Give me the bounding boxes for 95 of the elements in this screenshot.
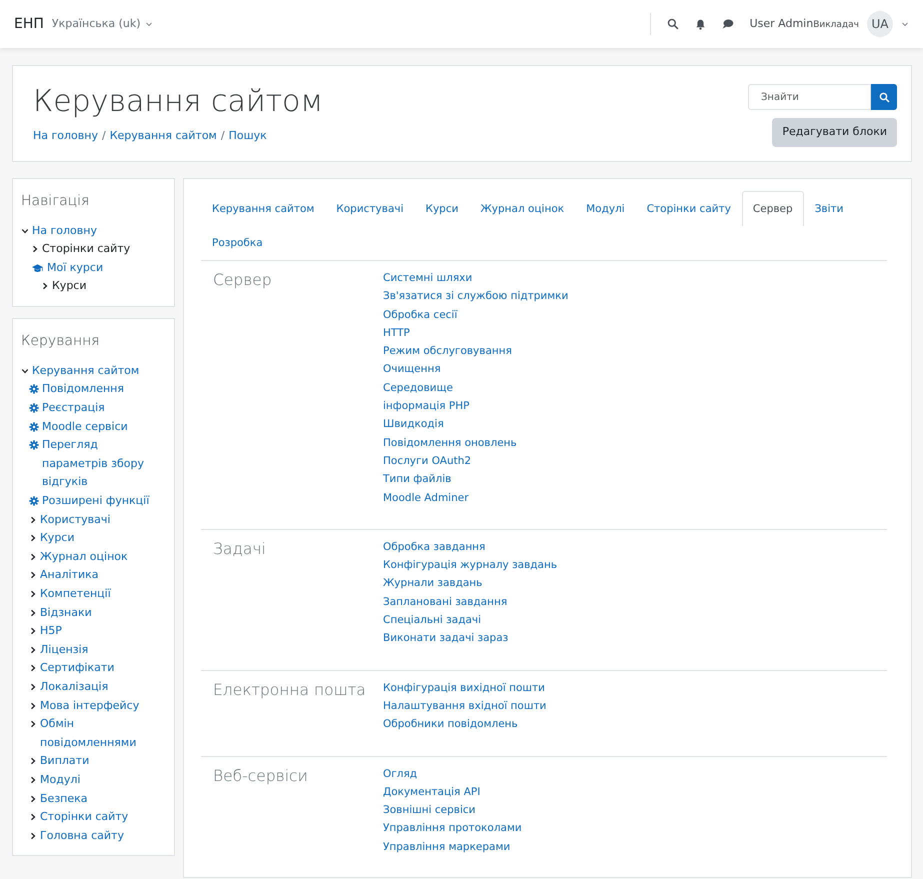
block-title: Навігація	[21, 192, 90, 210]
user-role: Викладач	[813, 20, 859, 30]
settings-link[interactable]: Очищення	[383, 360, 441, 379]
caret-icon	[901, 20, 909, 28]
settings-link[interactable]: Налаштування вхідної пошти	[383, 696, 546, 716]
tree-link[interactable]: Курси	[52, 277, 86, 296]
settings-link[interactable]: Обробка сесії	[383, 306, 458, 324]
page-title: Керування сайтом	[33, 84, 324, 120]
breadcrumb-link[interactable]: Пошук	[228, 128, 267, 144]
tree-link[interactable]: H5P	[40, 622, 62, 641]
edit-blocks-button[interactable]: Редагувати блоки	[772, 118, 897, 146]
settings-link[interactable]: Послуги OAuth2	[383, 452, 472, 470]
tree-link[interactable]: Реєстрація	[42, 399, 105, 418]
tab[interactable]: Звіти	[804, 190, 854, 226]
settings-link[interactable]: Швидкодія	[383, 415, 444, 434]
user-name[interactable]: User AdminВикладач	[750, 16, 859, 32]
gear-icon	[29, 403, 39, 414]
gear-icon	[29, 440, 39, 450]
settings-link[interactable]: Виконати задачі зараз	[383, 629, 508, 648]
graduation-cap-icon	[31, 262, 44, 274]
settings-link[interactable]: Системні шляхи	[383, 269, 472, 288]
tree-link[interactable]: Сторінки сайту	[40, 808, 128, 827]
settings-link[interactable]: Режим обслуговування	[383, 342, 512, 360]
tree-link[interactable]: Компетенції	[40, 585, 111, 604]
settings-link[interactable]: Конфігурація журналу завдань	[383, 556, 558, 574]
tree-link[interactable]: Обмін повідомленнями	[40, 715, 166, 752]
tree-link[interactable]: Перегляд параметрів збору відгуків	[42, 436, 166, 492]
tree-link[interactable]: Виплати	[40, 752, 90, 771]
settings-link[interactable]: Moodle Adminer	[383, 488, 469, 507]
settings-link[interactable]: Обробники повідомлень	[383, 715, 518, 734]
gear-icon	[29, 422, 39, 432]
settings-link[interactable]: Документація API	[383, 782, 480, 802]
chat-icon	[722, 18, 734, 30]
tree-link[interactable]: Модулі	[40, 770, 80, 790]
search-icon	[878, 92, 890, 102]
breadcrumb-link[interactable]: Керування сайтом	[110, 128, 217, 144]
tab[interactable]: Розробка	[201, 225, 274, 260]
avatar[interactable]: UA	[867, 11, 893, 37]
tab[interactable]: Сервер	[742, 190, 804, 226]
tree-link[interactable]: Користувачі	[40, 510, 110, 530]
tab[interactable]: Журнал оцінок	[469, 190, 576, 226]
settings-link[interactable]: Спеціальні задачі	[383, 611, 482, 630]
block-title: Керування	[21, 332, 101, 351]
tab[interactable]: Модулі	[575, 190, 636, 226]
tree-link[interactable]: Ліцензія	[40, 640, 88, 660]
breadcrumb-link[interactable]: На головну	[33, 128, 98, 144]
tree-link[interactable]: Безпека	[40, 790, 88, 808]
settings-link[interactable]: Обробка завдання	[383, 538, 486, 556]
tree-link[interactable]: На головну	[32, 222, 97, 240]
tab[interactable]: Керування сайтом	[201, 190, 326, 226]
search-button[interactable]	[871, 84, 897, 110]
section-title: Задачі	[213, 538, 267, 560]
settings-link[interactable]: Заплановані завдання	[383, 592, 508, 612]
settings-link[interactable]: Управління маркерами	[383, 838, 510, 856]
settings-link[interactable]: Середовище	[383, 378, 453, 398]
settings-link[interactable]: Зв'язатися зі службою підтримки	[383, 287, 568, 306]
settings-link[interactable]: Управління протоколами	[383, 819, 522, 838]
settings-link[interactable]: Огляд	[383, 764, 418, 783]
settings-link[interactable]: Конфігурація вихідної пошти	[383, 678, 545, 697]
tab[interactable]: Сторінки сайту	[636, 190, 742, 226]
language-menu[interactable]: Українська (uk)	[52, 16, 153, 32]
tree-link[interactable]: Керування сайтом	[32, 362, 140, 380]
breadcrumb-separator: /	[220, 128, 225, 144]
tree-link[interactable]: Відзнаки	[40, 604, 92, 622]
tree-link[interactable]: Мова інтерфейсу	[40, 696, 140, 716]
tree-link[interactable]: Мої курси	[47, 258, 104, 278]
tree-link[interactable]: Сторінки сайту	[42, 240, 130, 259]
site-name[interactable]: ЕНП	[14, 14, 44, 34]
settings-link[interactable]: HTTP	[383, 324, 410, 342]
search-field[interactable]: Знайти	[748, 84, 871, 110]
section-title: Сервер	[213, 270, 273, 291]
tree-link[interactable]: Локалізація	[40, 678, 108, 697]
tree-link[interactable]: Курси	[40, 529, 74, 548]
search-icon	[666, 18, 679, 30]
bell-icon	[694, 18, 706, 30]
section-title: Електронна пошта	[213, 680, 367, 701]
tree-link[interactable]: Аналітика	[40, 566, 98, 585]
tree-link[interactable]: Moodle сервіси	[42, 418, 128, 436]
tree-link[interactable]: Головна сайту	[40, 826, 124, 846]
settings-link[interactable]: Типи файлів	[383, 470, 452, 489]
tree-link[interactable]: Сертифікати	[40, 659, 114, 678]
settings-link[interactable]: Журнали завдань	[383, 574, 482, 593]
tab[interactable]: Курси	[414, 190, 470, 226]
breadcrumb-separator: /	[102, 128, 106, 144]
section-title: Веб-сервіси	[213, 766, 309, 787]
gear-icon	[29, 384, 39, 394]
settings-link[interactable]: інформація PHP	[383, 397, 470, 416]
gear-icon	[29, 496, 39, 506]
tab[interactable]: Користувачі	[325, 190, 415, 226]
settings-link[interactable]: Повідомлення оновлень	[383, 434, 517, 452]
tree-link[interactable]: Повідомлення	[42, 380, 124, 400]
caret-icon	[144, 20, 153, 28]
tree-link[interactable]: Розширені функції	[42, 492, 150, 511]
tree-link[interactable]: Журнал оцінок	[40, 548, 128, 566]
settings-link[interactable]: Зовнішні сервіси	[383, 801, 476, 820]
